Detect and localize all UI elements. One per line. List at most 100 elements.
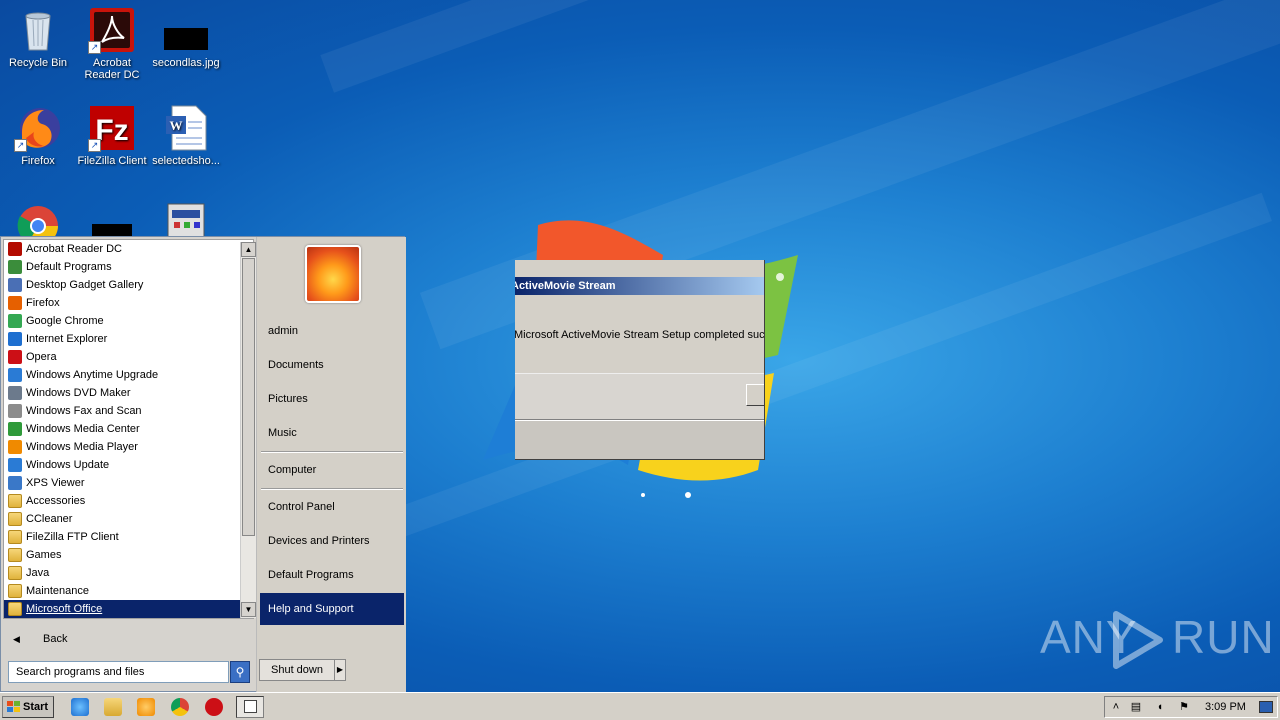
program-label: Windows DVD Maker [26,387,131,399]
user-avatar[interactable] [305,245,361,303]
start-item-computer[interactable]: Computer [260,454,404,486]
desktop-icon-recycle-bin[interactable]: Recycle Bin [0,6,76,69]
network-icon[interactable]: ▤ [1129,700,1143,714]
program-label: Java [26,567,50,579]
program-item[interactable]: Desktop Gadget Gallery [4,276,253,294]
search-input[interactable]: Search programs and files [8,661,229,683]
program-item[interactable]: XPS Viewer [4,474,253,492]
program-item[interactable]: Windows Update [4,456,253,474]
programs-scrollbar[interactable]: ▲ ▼ [240,242,256,618]
start-item-help-support[interactable]: Help and Support [260,593,404,625]
volume-icon[interactable]: ◖ [1153,700,1167,714]
program-item[interactable]: Java [4,564,253,582]
acrobat-icon [8,242,22,256]
word-document-icon: W [162,104,210,152]
system-tray: ˄ ▤ ◖ ⚑ 3:09 PM [1104,696,1278,718]
program-label: Windows Fax and Scan [26,405,142,417]
program-item[interactable]: Opera [4,348,253,366]
program-label: Maintenance [26,585,89,597]
program-item[interactable]: Microsoft Office [4,600,253,618]
svg-text:W: W [170,118,183,133]
ok-button[interactable] [746,384,764,406]
gadget-icon [8,278,22,292]
recycle-bin-icon [14,6,62,54]
windows-icon [8,368,22,382]
start-item-music[interactable]: Music [260,417,404,449]
desktop-icon-secondlas[interactable]: secondlas.jpg [148,6,224,69]
explorer-icon[interactable] [104,698,122,716]
start-item-admin[interactable]: admin [260,315,404,347]
desktop-icon-label: FileZilla Client [77,155,147,167]
image-file-icon [162,6,210,54]
active-window-button[interactable] [236,696,264,718]
start-menu: Acrobat Reader DC Default Programs Desktop… [0,236,406,693]
shortcut-arrow-icon: ↗ [88,139,101,152]
desktop-icon-selectedsho[interactable]: W selectedsho... [148,104,224,167]
program-label: Opera [26,351,57,363]
dvd-icon [8,386,22,400]
scroll-down-button[interactable]: ▼ [241,602,256,617]
program-item[interactable]: Internet Explorer [4,330,253,348]
program-item[interactable]: Accessories [4,492,253,510]
program-item[interactable]: Windows Media Player [4,438,253,456]
shortcut-arrow-icon: ↗ [88,41,101,54]
search-icon[interactable]: ⚲ [230,661,250,683]
program-item[interactable]: Windows DVD Maker [4,384,253,402]
program-item[interactable]: Windows Media Center [4,420,253,438]
desktop-icon-label: selectedsho... [152,155,220,167]
start-button[interactable]: Start [2,696,54,718]
program-label: Default Programs [26,261,112,273]
program-label: Internet Explorer [26,333,108,345]
dialog-title: ActiveMovie Stream [515,280,616,292]
clock[interactable]: 3:09 PM [1205,697,1246,717]
search-placeholder: Search programs and files [16,666,145,678]
shutdown-options-arrow-icon[interactable]: ▶ [334,659,346,681]
fax-icon [8,404,22,418]
start-item-documents[interactable]: Documents [260,349,404,381]
show-hidden-icons-icon[interactable]: ˄ [1109,700,1123,714]
ie-icon[interactable] [71,698,89,716]
folder-icon [8,548,22,562]
program-item[interactable]: Acrobat Reader DC [4,240,253,258]
program-item[interactable]: Windows Anytime Upgrade [4,366,253,384]
start-item-default-programs[interactable]: Default Programs [260,559,404,591]
program-label: Desktop Gadget Gallery [26,279,144,291]
dialog-title-bar[interactable]: ActiveMovie Stream [515,277,764,295]
program-item[interactable]: Windows Fax and Scan [4,402,253,420]
start-item-pictures[interactable]: Pictures [260,383,404,415]
program-item[interactable]: Maintenance [4,582,253,600]
desktop-icon-label: Recycle Bin [8,57,68,69]
program-label: Firefox [26,297,60,309]
dialog-button-area [515,373,764,419]
active-window-icon [244,700,257,713]
scroll-up-button[interactable]: ▲ [241,242,256,257]
back-arrow-icon: ◀ [13,634,20,644]
program-item[interactable]: Games [4,546,253,564]
start-menu-right-pane: admin Documents Pictures Music Computer … [256,237,406,693]
program-item[interactable]: FileZilla FTP Client [4,528,253,546]
program-label: Windows Media Center [26,423,140,435]
media-player-icon[interactable] [137,698,155,716]
program-item[interactable]: CCleaner [4,510,253,528]
back-button[interactable]: ◀ Back [3,625,253,653]
windows-flag-icon [7,701,20,712]
ie-icon [8,332,22,346]
program-item[interactable]: Google Chrome [4,312,253,330]
scroll-thumb[interactable] [242,258,255,536]
desktop-icon-firefox[interactable]: ↗ Firefox [0,104,76,167]
action-center-flag-icon[interactable]: ⚑ [1177,700,1191,714]
shutdown-button[interactable]: Shut down [259,659,335,681]
program-item[interactable]: Default Programs [4,258,253,276]
desktop-icon-acrobat[interactable]: ↗ Acrobat Reader DC [74,6,150,81]
program-item[interactable]: Firefox [4,294,253,312]
desktop-icon-filezilla[interactable]: Fz ↗ FileZilla Client [74,104,150,167]
opera-icon[interactable] [205,698,223,716]
program-label: Microsoft Office [26,603,103,615]
start-item-control-panel[interactable]: Control Panel [260,491,404,523]
show-desktop-icon[interactable] [1259,701,1273,713]
chrome-icon[interactable] [171,698,189,716]
play-logo-icon [1113,611,1163,669]
firefox-icon [8,296,22,310]
program-label: XPS Viewer [26,477,85,489]
start-item-devices-printers[interactable]: Devices and Printers [260,525,404,557]
